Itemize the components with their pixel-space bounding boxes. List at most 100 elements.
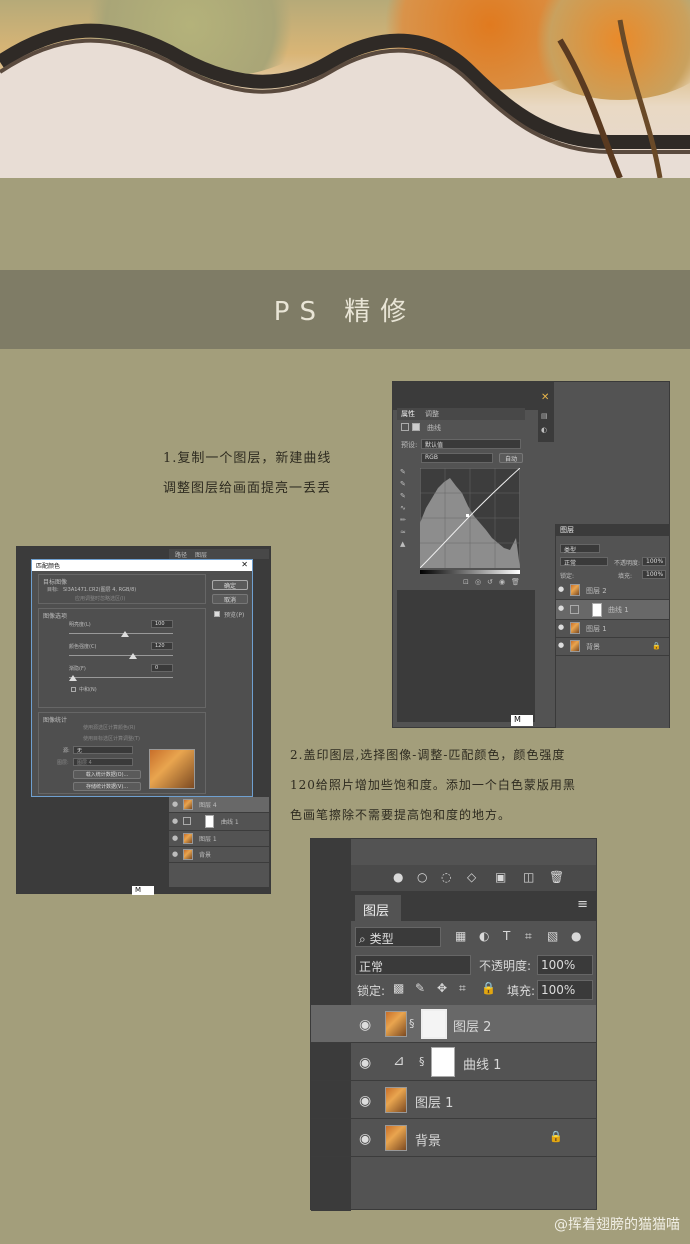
fx-icon[interactable]: ○ <box>417 870 427 884</box>
trash-icon[interactable]: 🗑 <box>549 870 564 884</box>
menu-icon[interactable]: ≡ <box>577 897 588 912</box>
layer-select[interactable]: 图层 4 <box>73 758 133 766</box>
close-icon[interactable]: ✕ <box>241 560 248 569</box>
eye-icon[interactable]: ● <box>172 834 178 842</box>
tab-layers[interactable]: 图层 <box>560 525 574 535</box>
tab-adjustments[interactable]: 调整 <box>425 409 439 419</box>
image-filter-icon[interactable]: ▦ <box>455 929 466 943</box>
chain-icon[interactable]: § <box>409 1017 415 1030</box>
smart-filter-icon[interactable]: ▧ <box>547 929 558 943</box>
pencil-icon[interactable]: ✏ <box>400 516 406 524</box>
layer-name[interactable]: 图层 1 <box>199 834 217 843</box>
visibility-icon[interactable]: ◉ <box>499 578 505 586</box>
eye-icon[interactable]: ◉ <box>359 1055 371 1071</box>
ignore-selection-checkbox[interactable]: 应用调整时忽略选区(I) <box>75 595 125 602</box>
curve-point-icon[interactable]: ∿ <box>400 504 406 512</box>
layer-name[interactable]: 曲线 1 <box>221 817 239 826</box>
clipping-icon[interactable]: ▲ <box>400 540 405 548</box>
preview-checkbox[interactable] <box>214 611 220 617</box>
ok-button[interactable]: 确定 <box>212 580 248 590</box>
adjustment-icon[interactable]: ◇ <box>467 870 476 884</box>
layer-row[interactable]: ● 图层 1 <box>556 620 669 638</box>
filter-select[interactable]: 类型 <box>560 544 600 554</box>
load-stats-button[interactable]: 载入统计数据(O)... <box>73 770 141 779</box>
group-icon[interactable]: ▣ <box>495 870 506 884</box>
eye-icon[interactable]: ● <box>172 850 178 858</box>
use-source-selection[interactable]: 使用源选区计算颜色(R) <box>83 724 135 731</box>
layer-name[interactable]: 图层 2 <box>586 586 607 596</box>
opacity-field[interactable]: 100% <box>537 955 593 975</box>
view-previous-icon[interactable]: ◎ <box>475 578 481 586</box>
eyedropper-icon[interactable]: ✎ <box>400 492 406 500</box>
slider-knob[interactable] <box>121 631 129 637</box>
eyedropper-icon[interactable]: ✎ <box>400 480 406 488</box>
layer-name[interactable]: 背景 <box>586 642 600 652</box>
lock-pixels-icon[interactable]: ▩ <box>393 981 404 995</box>
link-icon[interactable]: ● <box>393 870 403 884</box>
neutralize-checkbox[interactable] <box>71 687 76 692</box>
tab-layers[interactable]: 图层 <box>363 900 389 919</box>
layer-name[interactable]: 图层 4 <box>199 800 217 809</box>
adjust-icon[interactable]: ◐ <box>541 426 547 434</box>
luminance-field[interactable]: 100 <box>151 620 173 628</box>
layer-row-selected[interactable]: ● 曲线 1 <box>556 600 669 620</box>
chain-icon[interactable]: § <box>419 1055 425 1068</box>
type-filter-icon[interactable]: T <box>503 929 510 943</box>
layer-mask[interactable] <box>421 1009 447 1039</box>
slider-knob[interactable] <box>129 653 137 659</box>
lock-all-icon[interactable]: 🔒 <box>481 981 496 995</box>
source-select[interactable]: 无 <box>73 746 133 754</box>
layer-row-selected[interactable]: ◉ § 图层 2 <box>311 1005 596 1043</box>
save-stats-button[interactable]: 存储统计数据(V)... <box>73 782 141 791</box>
layer-name[interactable]: 图层 1 <box>586 624 607 634</box>
trash-icon[interactable]: 🗑 <box>511 578 520 586</box>
blend-mode-select[interactable]: 正常 <box>560 557 608 567</box>
layer-name[interactable]: 曲线 1 <box>463 1054 501 1073</box>
close-x-icon[interactable]: ✕ <box>541 392 549 403</box>
intensity-field[interactable]: 120 <box>151 642 173 650</box>
eye-icon[interactable]: ● <box>558 641 564 649</box>
layer-row[interactable]: ● 图层 1 <box>169 831 269 847</box>
intensity-slider[interactable] <box>69 655 173 656</box>
layer-row[interactable]: ● 背景 <box>169 847 269 863</box>
layer-row[interactable]: ◉ 图层 1 <box>311 1081 596 1119</box>
eye-icon[interactable]: ● <box>558 604 564 612</box>
artboard-icon[interactable]: ⌗ <box>459 981 466 996</box>
layer-row[interactable]: ◉ ⊿ § 曲线 1 <box>311 1043 596 1081</box>
clip-icon[interactable]: ⊡ <box>463 578 469 586</box>
layer-row[interactable]: ● 曲线 1 <box>169 813 269 831</box>
eye-icon[interactable]: ● <box>172 800 178 808</box>
zoom-select[interactable]: M <box>511 715 533 726</box>
filter-select[interactable]: ⌕ 类型 <box>355 927 441 947</box>
fade-field[interactable]: 0 <box>151 664 173 672</box>
blend-mode-select[interactable]: 正常 <box>355 955 471 975</box>
layer-name[interactable]: 背景 <box>199 850 211 859</box>
smooth-icon[interactable]: ≈ <box>400 528 406 536</box>
eye-icon[interactable]: ◉ <box>359 1017 371 1033</box>
fill-field[interactable]: 100% <box>537 980 593 1000</box>
layer-name[interactable]: 图层 1 <box>415 1092 453 1111</box>
reset-icon[interactable]: ↺ <box>487 578 493 586</box>
eyedropper-icon[interactable]: ✎ <box>400 468 406 476</box>
layer-row[interactable]: ● 图层 2 <box>556 582 669 600</box>
layer-name[interactable]: 曲线 1 <box>608 605 629 615</box>
cancel-button[interactable]: 取消 <box>212 594 248 604</box>
eye-icon[interactable]: ◉ <box>359 1131 371 1147</box>
fill-field[interactable]: 100% <box>642 570 666 579</box>
new-layer-icon[interactable]: ◫ <box>523 870 534 884</box>
eye-icon[interactable]: ◉ <box>359 1093 371 1109</box>
opacity-field[interactable]: 100% <box>642 557 666 566</box>
eye-icon[interactable]: ● <box>558 623 564 631</box>
layer-row[interactable]: ◉ 背景 🔒 <box>311 1119 596 1157</box>
channel-select[interactable]: RGB <box>421 453 493 463</box>
tab-layers[interactable]: 图层 <box>195 550 207 559</box>
move-icon[interactable]: ✥ <box>437 981 447 995</box>
shape-filter-icon[interactable]: ⌗ <box>525 929 532 944</box>
adjust-filter-icon[interactable]: ◐ <box>479 929 489 943</box>
preset-select[interactable]: 默认值 <box>421 439 521 449</box>
brush-icon[interactable]: ✎ <box>415 981 425 995</box>
slider-knob[interactable] <box>69 675 77 681</box>
tab-properties[interactable]: 属性 <box>401 409 415 419</box>
eye-icon[interactable]: ● <box>172 817 178 825</box>
layer-row[interactable]: ● 背景 🔒 <box>556 638 669 656</box>
